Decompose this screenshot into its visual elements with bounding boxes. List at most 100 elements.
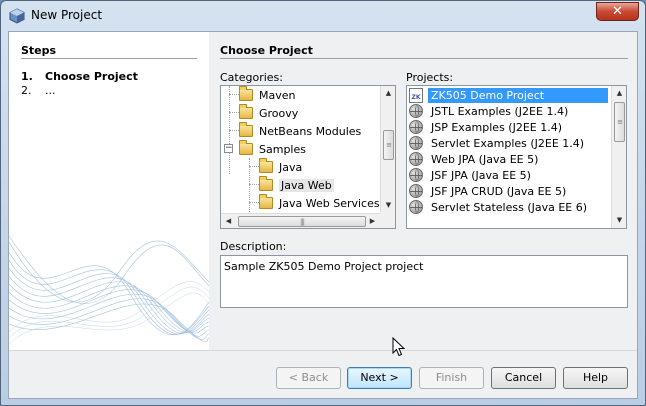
tree-item-groovy[interactable]: Groovy — [239, 104, 298, 122]
scroll-thumb[interactable]: ≡ — [614, 102, 625, 142]
new-project-window: New Project ✕ Steps 1. Choose Project 2..… — [0, 0, 646, 406]
description-text-area[interactable]: Sample ZK505 Demo Project project — [220, 255, 628, 308]
list-item[interactable]: JSF JPA CRUD (Java EE 5) — [409, 183, 609, 199]
scroll-thumb[interactable]: ||| — [238, 216, 366, 227]
title-bar[interactable]: New Project ✕ — [1, 1, 645, 31]
title-divider — [220, 58, 628, 59]
folder-icon — [259, 194, 273, 209]
next-button[interactable]: Next > — [347, 367, 412, 389]
tree-guide-line — [229, 130, 239, 131]
list-item[interactable]: Servlet Examples (J2EE 1.4) — [409, 135, 609, 151]
list-item-label: JSP Examples (J2EE 1.4) — [431, 120, 563, 134]
list-item[interactable]: Web JPA (Java EE 5) — [409, 151, 609, 167]
list-item-label: JSF JPA CRUD (Java EE 5) — [431, 184, 567, 198]
step-item-choose-project: 1. Choose Project — [21, 70, 138, 83]
list-item[interactable]: JSTL Examples (J2EE 1.4) — [409, 103, 609, 119]
folder-icon — [239, 104, 253, 119]
tree-item-java-web[interactable]: Java Web — [259, 176, 334, 194]
scroll-thumb[interactable]: ≡ — [383, 130, 394, 160]
steps-heading: Steps — [21, 44, 57, 57]
globe-icon — [409, 120, 423, 134]
tree-item-maven[interactable]: Maven — [239, 86, 295, 104]
scroll-up-arrow-icon[interactable]: ▲ — [381, 86, 396, 101]
back-button[interactable]: < Back — [276, 367, 341, 389]
list-item[interactable]: ZK ZK505 Demo Project — [409, 87, 609, 103]
projects-vertical-scrollbar[interactable]: ▲ ≡ ▼ — [611, 86, 626, 228]
tree-guide-line — [249, 166, 259, 167]
globe-icon — [409, 184, 423, 198]
netbeans-cube-icon — [9, 8, 25, 24]
grip-icon: ||| — [299, 217, 305, 226]
tree-item-label: Groovy — [259, 106, 299, 120]
globe-icon — [409, 168, 423, 182]
steps-divider — [21, 58, 197, 59]
projects-list[interactable]: ZK ZK505 Demo Project JSTL Examples (J2EE… — [406, 85, 627, 229]
scroll-left-arrow-icon[interactable]: ◀ — [221, 214, 236, 229]
categories-tree[interactable]: Maven Groovy NetBeans Modules − Samples … — [220, 85, 396, 229]
globe-icon — [409, 152, 423, 166]
globe-icon — [409, 200, 423, 214]
scroll-down-arrow-icon[interactable]: ▼ — [612, 213, 627, 228]
globe-icon — [409, 104, 423, 118]
tree-item-label: Java Web — [279, 178, 334, 192]
mouse-pointer-icon — [392, 337, 406, 357]
page-title: Choose Project — [220, 44, 313, 57]
decorative-wave-graphic — [9, 235, 209, 345]
finish-button[interactable]: Finish — [419, 367, 484, 389]
tree-item-java[interactable]: Java — [259, 158, 302, 176]
tree-guide-line — [229, 94, 239, 95]
categories-horizontal-scrollbar[interactable]: ◀ ||| ▶ — [221, 213, 380, 228]
collapse-toggle[interactable]: − — [224, 144, 233, 153]
folder-open-icon — [239, 140, 253, 155]
folder-icon — [239, 122, 253, 137]
categories-label: Categories: — [220, 71, 283, 84]
step-number: 1. — [21, 70, 33, 83]
tree-item-label: Java — [279, 160, 303, 174]
step-label: Choose Project — [45, 70, 138, 83]
projects-label: Projects: — [406, 71, 454, 84]
tree-guide-line — [249, 184, 259, 185]
folder-icon — [259, 176, 273, 191]
tree-item-label: Samples — [259, 142, 306, 156]
window-title: New Project — [31, 8, 103, 22]
categories-vertical-scrollbar[interactable]: ▲ ≡ ▼ — [380, 86, 395, 213]
scroll-up-arrow-icon[interactable]: ▲ — [612, 86, 627, 101]
close-icon: ✕ — [612, 4, 623, 19]
tree-guide-line — [249, 202, 259, 203]
scroll-corner — [380, 213, 395, 228]
grip-icon: ≡ — [386, 141, 392, 149]
list-item[interactable]: JSP Examples (J2EE 1.4) — [409, 119, 609, 135]
tree-item-samples[interactable]: Samples — [239, 140, 306, 158]
tree-item-java-web-services[interactable]: Java Web Services — [259, 194, 380, 212]
scroll-right-arrow-icon[interactable]: ▶ — [365, 214, 380, 229]
tree-item-label: Maven — [259, 88, 296, 102]
grip-icon: ≡ — [617, 118, 623, 126]
help-button[interactable]: Help — [563, 367, 628, 389]
list-item-label: Servlet Examples (J2EE 1.4) — [431, 136, 585, 150]
folder-icon — [259, 158, 273, 173]
tree-guide-line — [229, 112, 239, 113]
dialog-client-area: Steps 1. Choose Project 2.... Choose Pro… — [8, 31, 638, 399]
list-item-label: JSTL Examples (J2EE 1.4) — [431, 104, 569, 118]
cancel-button[interactable]: Cancel — [491, 367, 556, 389]
tree-item-netbeans-modules[interactable]: NetBeans Modules — [239, 122, 361, 140]
list-item[interactable]: JSF JPA (Java EE 5) — [409, 167, 609, 183]
zk-project-icon: ZK — [409, 87, 423, 103]
list-item-label: Web JPA (Java EE 5) — [431, 152, 539, 166]
close-button[interactable]: ✕ — [596, 2, 639, 21]
tree-item-label: Java Web Services — [279, 196, 380, 210]
list-item-label: Servlet Stateless (Java EE 6) — [431, 200, 588, 214]
scroll-down-arrow-icon[interactable]: ▼ — [381, 198, 396, 213]
list-item-label: ZK505 Demo Project — [428, 87, 608, 103]
tree-item-label: NetBeans Modules — [259, 124, 362, 138]
step-number: 2. — [21, 84, 32, 97]
description-label: Description: — [220, 240, 287, 253]
button-bar: < Back Next > Finish Cancel Help — [9, 350, 637, 398]
list-item-label: JSF JPA (Java EE 5) — [431, 168, 531, 182]
list-item[interactable]: Servlet Stateless (Java EE 6) — [409, 199, 609, 215]
step-label: ... — [45, 84, 56, 97]
globe-icon — [409, 136, 423, 150]
folder-icon — [239, 86, 253, 101]
steps-panel: Steps 1. Choose Project 2.... — [9, 32, 209, 350]
step-item-next: 2.... — [21, 84, 56, 97]
